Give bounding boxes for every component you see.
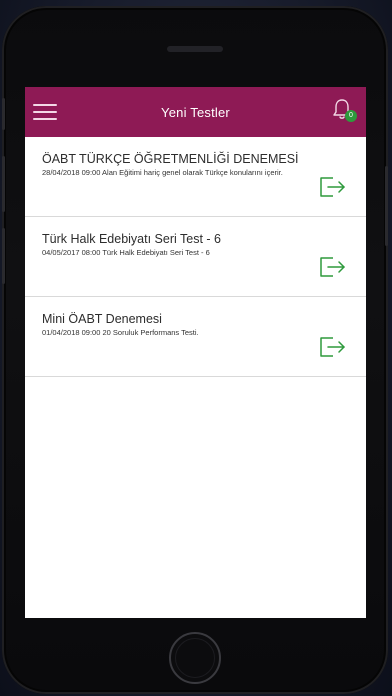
notifications-button[interactable]: 0 (332, 98, 357, 126)
hamburger-icon (33, 104, 57, 106)
power-button (385, 166, 388, 246)
menu-button[interactable] (33, 100, 57, 124)
test-subtitle: 28/04/2018 09:00 Alan Eğitimi hariç gene… (42, 168, 283, 177)
test-title: Mini ÖABT Denemesi (42, 312, 162, 326)
earpiece-speaker (167, 46, 223, 52)
test-title: ÖABT TÜRKÇE ÖĞRETMENLİĞİ DENEMESİ (42, 152, 299, 166)
hamburger-icon-line (33, 118, 57, 120)
home-button[interactable] (169, 632, 221, 684)
phone-frame: Yeni Testler 0 ÖABT TÜRKÇE ÖĞRETMENLİĞİ … (2, 6, 388, 694)
volume-down-button (2, 228, 5, 284)
enter-test-icon[interactable] (319, 336, 347, 358)
notification-count-badge: 0 (345, 110, 357, 122)
volume-up-button (2, 156, 5, 212)
hamburger-icon-line (33, 111, 57, 113)
page-title: Yeni Testler (161, 104, 230, 120)
test-list-item[interactable]: Türk Halk Edebiyatı Seri Test - 6 04/05/… (25, 217, 366, 297)
test-subtitle: 04/05/2017 08:00 Türk Halk Edebiyatı Ser… (42, 248, 210, 257)
app-header: Yeni Testler 0 (25, 87, 366, 137)
mute-switch (2, 98, 5, 130)
test-list-item[interactable]: Mini ÖABT Denemesi 01/04/2018 09:00 20 S… (25, 297, 366, 377)
device-background: Yeni Testler 0 ÖABT TÜRKÇE ÖĞRETMENLİĞİ … (0, 0, 392, 696)
test-title: Türk Halk Edebiyatı Seri Test - 6 (42, 232, 222, 246)
enter-test-icon[interactable] (319, 256, 347, 278)
test-list-item[interactable]: ÖABT TÜRKÇE ÖĞRETMENLİĞİ DENEMESİ 28/04/… (25, 137, 366, 217)
test-list: ÖABT TÜRKÇE ÖĞRETMENLİĞİ DENEMESİ 28/04/… (25, 137, 366, 377)
app-screen: Yeni Testler 0 ÖABT TÜRKÇE ÖĞRETMENLİĞİ … (25, 87, 366, 618)
enter-test-icon[interactable] (319, 176, 347, 198)
test-subtitle: 01/04/2018 09:00 20 Soruluk Performans T… (42, 328, 199, 337)
